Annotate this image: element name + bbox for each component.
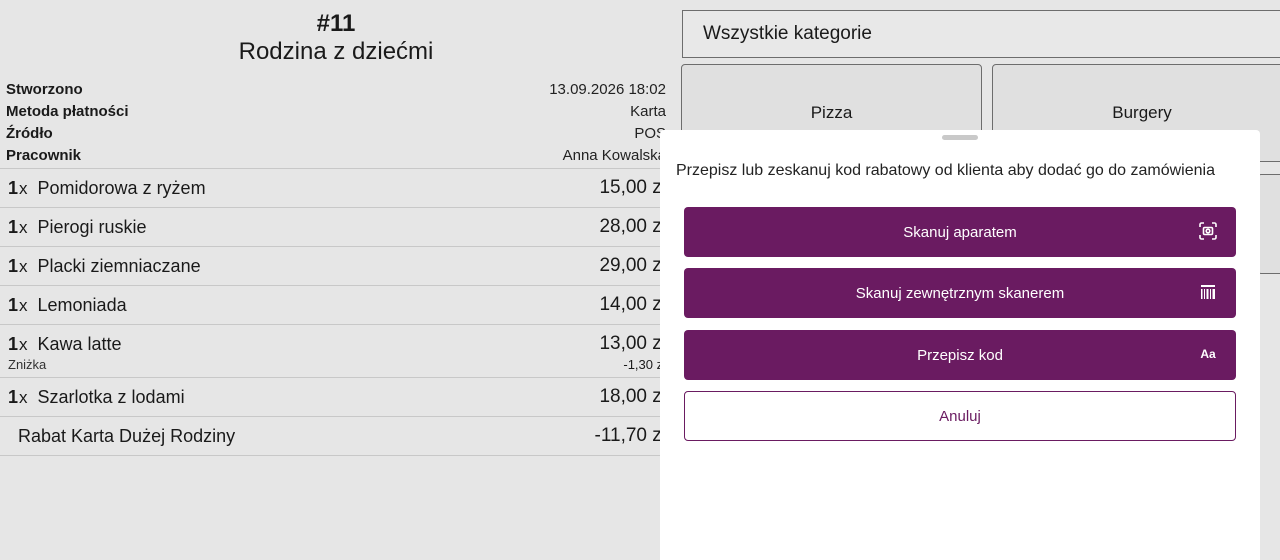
- item-name: Kawa latte: [37, 333, 122, 354]
- item-discount-label: Zniżka: [8, 357, 47, 372]
- order-item-main: 1 x Pomidorowa z ryżem 15,00 zł: [8, 169, 666, 207]
- order-discount-row[interactable]: Rabat Karta Dużej Rodziny -11,70 zł: [0, 417, 672, 456]
- meta-label: Pracownik: [6, 146, 82, 164]
- item-qty-x: x: [19, 295, 28, 315]
- item-qty: 1: [8, 255, 19, 276]
- meta-value: 13.09.2026 18:02: [549, 80, 666, 98]
- order-item[interactable]: 1 x Kawa latte 13,00 zł Zniżka -1,30 zł: [0, 325, 672, 378]
- item-qty-x: x: [19, 387, 28, 407]
- order-item-left: 1 x Placki ziemniaczane: [8, 256, 201, 277]
- order-item[interactable]: 1 x Lemoniada 14,00 zł: [0, 286, 672, 325]
- item-price: 28,00 zł: [599, 216, 666, 237]
- order-item-left: 1 x Lemoniada: [8, 295, 127, 316]
- order-name: Rodzina z dziećmi: [238, 38, 434, 65]
- meta-row-created: Stworzono 13.09.2026 18:02: [6, 78, 666, 100]
- order-header: #11 Rodzina z dziećmi: [0, 0, 672, 66]
- meta-value: Karta: [630, 102, 666, 120]
- meta-row-source: Źródło POS: [6, 122, 666, 144]
- type-code-button[interactable]: Przepisz kod Aa: [684, 330, 1236, 380]
- order-number: #11: [316, 10, 356, 37]
- sheet-drag-handle[interactable]: [942, 135, 978, 140]
- discount-value: -11,70 zł: [594, 425, 666, 446]
- text-input-icon: Aa: [1200, 347, 1216, 361]
- item-price: 15,00 zł: [599, 177, 666, 198]
- scan-external-scanner-button[interactable]: Skanuj zewnętrznym skanerem: [684, 268, 1236, 318]
- item-price: 13,00 zł: [599, 333, 666, 354]
- meta-row-payment: Metoda płatności Karta: [6, 100, 666, 122]
- item-qty: 1: [8, 386, 19, 407]
- item-name: Pomidorowa z ryżem: [37, 177, 206, 198]
- item-qty: 1: [8, 333, 19, 354]
- item-price: 29,00 zł: [599, 255, 666, 276]
- meta-value: Anna Kowalska: [562, 146, 666, 164]
- category-tile[interactable]: [1257, 174, 1280, 274]
- order-discount-main: Rabat Karta Dużej Rodziny -11,70 zł: [8, 417, 666, 455]
- discount-name: Rabat Karta Dużej Rodziny: [18, 425, 236, 446]
- item-qty: 1: [8, 294, 19, 315]
- item-qty: 1: [8, 216, 19, 237]
- order-items-list: 1 x Pomidorowa z ryżem 15,00 zł 1 x Pier…: [0, 168, 672, 456]
- discount-code-sheet: Przepisz lub zeskanuj kod rabatowy od kl…: [660, 130, 1260, 560]
- order-item-left: 1 x Pierogi ruskie: [8, 217, 147, 238]
- item-qty-x: x: [19, 178, 28, 198]
- item-name: Placki ziemniaczane: [37, 255, 201, 276]
- category-select[interactable]: Wszystkie kategorie: [682, 10, 1280, 58]
- order-item-left: 1 x Pomidorowa z ryżem: [8, 178, 206, 199]
- order-meta: Stworzono 13.09.2026 18:02 Metoda płatno…: [0, 78, 672, 166]
- meta-label: Metoda płatności: [6, 102, 129, 120]
- item-price: 14,00 zł: [599, 294, 666, 315]
- order-item[interactable]: 1 x Szarlotka z lodami 18,00 zł: [0, 378, 672, 417]
- item-qty: 1: [8, 177, 19, 198]
- scan-camera-label: Skanuj aparatem: [903, 223, 1017, 241]
- order-item-main: 1 x Pierogi ruskie 28,00 zł: [8, 208, 666, 246]
- item-qty-x: x: [19, 217, 28, 237]
- item-qty-x: x: [19, 334, 28, 354]
- item-name: Pierogi ruskie: [37, 216, 147, 237]
- meta-label: Stworzono: [6, 80, 83, 98]
- order-item[interactable]: 1 x Placki ziemniaczane 29,00 zł: [0, 247, 672, 286]
- cancel-button[interactable]: Anuluj: [684, 391, 1236, 441]
- order-item-left: 1 x Kawa latte: [8, 334, 122, 355]
- item-price: 18,00 zł: [599, 386, 666, 407]
- item-discount-row: Zniżka -1,30 zł: [8, 357, 666, 377]
- sheet-instruction: Przepisz lub zeskanuj kod rabatowy od kl…: [676, 162, 1215, 179]
- order-panel: #11 Rodzina z dziećmi Stworzono 13.09.20…: [0, 0, 672, 560]
- order-item-main: 1 x Placki ziemniaczane 29,00 zł: [8, 247, 666, 285]
- order-item[interactable]: 1 x Pomidorowa z ryżem 15,00 zł: [0, 169, 672, 208]
- order-item-left: 1 x Szarlotka z lodami: [8, 387, 185, 408]
- meta-label: Źródło: [6, 124, 53, 142]
- barcode-icon: [1198, 282, 1218, 302]
- type-code-label: Przepisz kod: [917, 346, 1003, 364]
- item-qty-x: x: [19, 256, 28, 276]
- scan-external-label: Skanuj zewnętrznym skanerem: [855, 284, 1065, 302]
- order-item[interactable]: 1 x Pierogi ruskie 28,00 zł: [0, 208, 672, 247]
- order-item-main: 1 x Szarlotka z lodami 18,00 zł: [8, 378, 666, 416]
- item-name: Szarlotka z lodami: [37, 386, 185, 407]
- scan-camera-button[interactable]: Skanuj aparatem: [684, 207, 1236, 257]
- item-name: Lemoniada: [37, 294, 127, 315]
- meta-row-employee: Pracownik Anna Kowalska: [6, 144, 666, 166]
- cancel-label: Anuluj: [939, 407, 981, 425]
- camera-scan-icon: [1198, 221, 1218, 241]
- order-item-main: 1 x Lemoniada 14,00 zł: [8, 286, 666, 324]
